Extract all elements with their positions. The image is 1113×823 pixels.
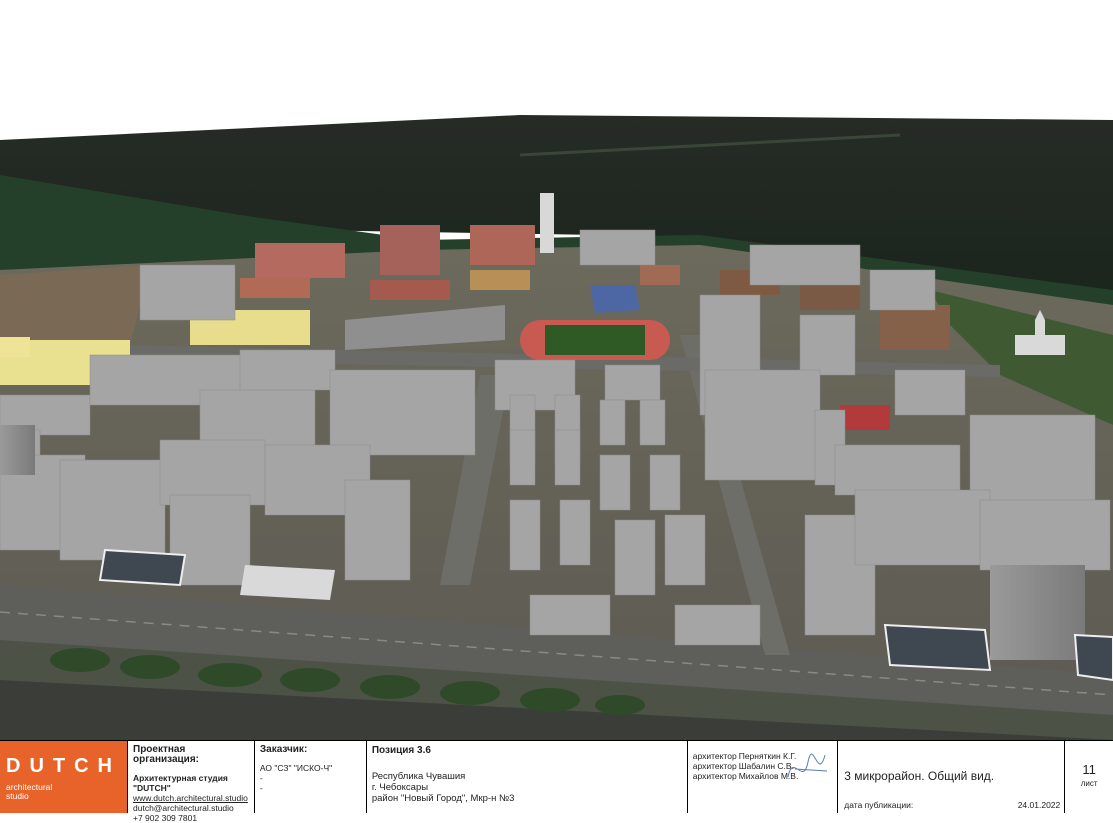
sheet-number: 11 [1082, 762, 1096, 777]
sheet-number-block: 11 лист [1065, 741, 1113, 813]
sheet-title: 3 микрорайон. Общий вид. [844, 769, 995, 783]
org-phone: +7 902 309 7801 [133, 813, 198, 823]
publication-date: 24.01.2022 [1017, 800, 1061, 810]
org-site-link[interactable]: www.dutch.architectural.studio [133, 793, 249, 803]
stadium [520, 320, 670, 360]
aerial-render-view [0, 115, 1113, 740]
org-name: Архитектурная студия "DUTCH" [133, 773, 228, 793]
position-line-3: район "Новый Город", Мкр-н №3 [371, 793, 515, 804]
position-line-2: г. Чебоксары [371, 782, 429, 793]
org-email[interactable]: dutch@architectural.studio [133, 803, 249, 813]
position-line-1: Республика Чувашия [371, 771, 466, 782]
high-rise-tower [540, 193, 554, 253]
logo-sub-2: studio [6, 791, 29, 801]
position-heading: Позиция 3.6 [371, 745, 431, 756]
org-block: Проектная организация: Архитектурная сту… [128, 741, 255, 823]
publication-line: дата публикации: 24.01.2022 [844, 800, 1060, 810]
architects-block: архитектор Перняткин К.Г. архитектор Шаб… [688, 741, 839, 813]
client-block: Заказчик: АО "СЗ" "ИСКО-Ч" - - [255, 741, 367, 813]
logo-wordmark: DUTCH [6, 755, 121, 777]
client-name: АО "СЗ" "ИСКО-Ч" [259, 763, 333, 773]
position-block: Позиция 3.6 Республика Чувашия г. Чебокс… [367, 741, 688, 813]
org-heading: Проектная организация: [133, 744, 199, 765]
client-line-3: - [259, 783, 263, 793]
aerial-render-image [0, 115, 1113, 740]
architect-role: архитектор [692, 761, 737, 771]
architect-role: архитектор [692, 751, 737, 761]
logo-block: DUTCH architectural studio [0, 741, 128, 813]
signature-icon [787, 753, 828, 778]
publication-label: дата публикации: [844, 800, 914, 810]
tower-block [990, 565, 1085, 660]
sheet-title-block: 3 микрорайон. Общий вид. дата публикации… [838, 741, 1066, 813]
architect-role: архитектор [692, 771, 737, 781]
sheet-number-label: лист [1080, 779, 1098, 788]
client-line-2: - [259, 773, 263, 783]
title-block: DUTCH architectural studio Проектная орг… [0, 740, 1113, 823]
client-heading: Заказчик: [259, 744, 308, 755]
